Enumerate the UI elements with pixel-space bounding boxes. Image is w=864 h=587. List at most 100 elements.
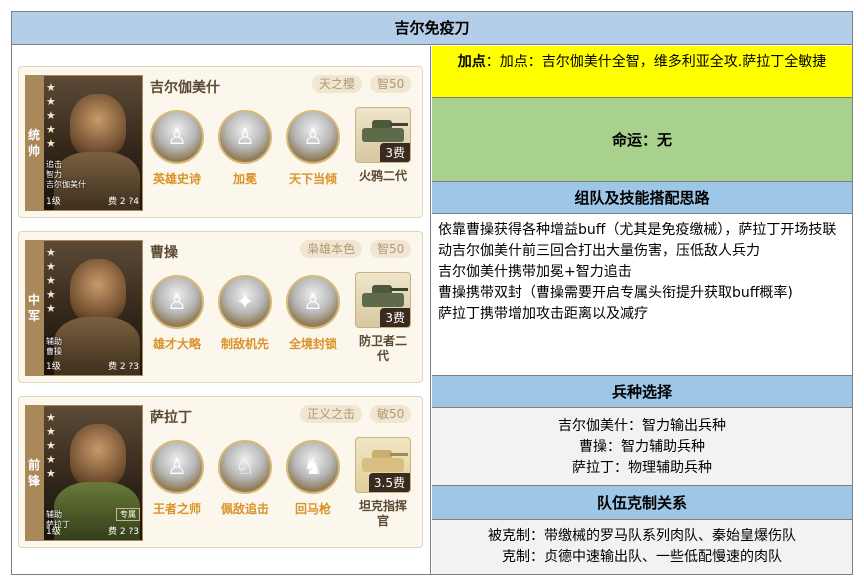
- counter-text: 被克制：带缴械的罗马队系列肉队、秦始皇爆伤队 克制：贞德中速输出队、一些低配慢速…: [432, 520, 852, 574]
- cost-value: 费 2: [108, 527, 126, 537]
- skill-slot[interactable]: ♙ 王者之师: [147, 440, 207, 517]
- lineup-panel: 统帅 ★ ★ ★ ★ ★ 追击 智力 吉尔伽美什 1级 费 2 ?4 吉尔伽美什 天之樱…: [12, 46, 431, 574]
- skill-blades-icon: ✦: [218, 275, 272, 329]
- stat-points-row: 加点：加点：吉尔伽美什全智，维多利亚全攻.萨拉丁全敏捷: [432, 46, 852, 98]
- level-text: 1级: [46, 362, 61, 372]
- cost-tail: 4: [133, 197, 139, 207]
- general-portrait: ★ ★ ★ ★ ★ 辅助 曹操 1级 费 2 ?3: [43, 240, 143, 376]
- skill-name: 王者之师: [152, 502, 201, 516]
- strategy-table: 吉尔免疫刀 统帅 ★ ★ ★ ★ ★ 追击 智力 吉尔伽美什 1级 费 2 ?4 吉尔伽…: [11, 11, 853, 575]
- position-text: 统帅: [27, 128, 40, 158]
- cost-text: 费 2 ?3: [108, 362, 139, 372]
- troop-header: 兵种选择: [432, 376, 852, 408]
- level-text: 1级: [46, 197, 61, 207]
- skill-figure-icon: ♙: [150, 275, 204, 329]
- troop-choice-text: 吉尔伽美什：智力输出兵种 曹操：智力辅助兵种 萨拉丁：物理辅助兵种: [432, 408, 852, 486]
- skill-spear-icon: ♞: [286, 440, 340, 494]
- stat-badge: 敏50: [370, 405, 412, 423]
- cost-tail: 3: [133, 362, 139, 372]
- general-card-3[interactable]: 前锋 ★ ★ ★ ★ ★ 专属 辅助 萨拉丁 1级 费 2 ?3 萨拉丁 正义之击 敏5…: [18, 396, 423, 548]
- tank-icon: 3.5费: [355, 437, 411, 493]
- tank-cost: 3费: [380, 143, 410, 162]
- tank-icon: 3费: [355, 272, 411, 328]
- fate-row: 命运：无: [432, 98, 852, 182]
- skill-slot[interactable]: ✦ 制敌机先: [215, 275, 275, 352]
- position-label: 中军: [25, 240, 43, 376]
- skill-slot[interactable]: ♙ 天下当倾: [283, 110, 343, 187]
- tank-name: 坦克指挥官: [358, 499, 407, 528]
- meta-line: 智力: [46, 170, 62, 179]
- general-card-2[interactable]: 中军 ★ ★ ★ ★ ★ 辅助 曹操 1级 费 2 ?3 曹操 枭雄本色 智50 ♙ 雄才…: [18, 231, 423, 383]
- skill-figure-icon: ♙: [218, 110, 272, 164]
- skill-name: 全境封锁: [288, 337, 337, 351]
- skill-slot[interactable]: ♙ 加冕: [215, 110, 275, 187]
- tank-cost: 3.5费: [368, 473, 410, 492]
- cost-text: 费 2 ?3: [108, 527, 139, 537]
- general-portrait: ★ ★ ★ ★ ★ 专属 辅助 萨拉丁 1级 费 2 ?3: [43, 405, 143, 541]
- skill-slot[interactable]: ♙ 雄才大略: [147, 275, 207, 352]
- star-rating-icon: ★ ★ ★ ★ ★: [46, 81, 56, 150]
- tank-slot[interactable]: 3费 防卫者二代: [355, 272, 411, 364]
- team-line: 吉尔伽美什携带加冕+智力追击: [438, 264, 632, 280]
- position-label: 统帅: [25, 75, 43, 211]
- skill-figure-icon: ♙: [150, 110, 204, 164]
- faction-badge: 枭雄本色: [300, 240, 363, 258]
- page-title: 吉尔免疫刀: [12, 12, 852, 45]
- tank-icon: 3费: [355, 107, 411, 163]
- skill-soldier-icon: ♘: [218, 440, 272, 494]
- info-panel: 加点：加点：吉尔伽美什全智，维多利亚全攻.萨拉丁全敏捷 命运：无 组队及技能搭配…: [432, 46, 852, 574]
- general-name: 曹操: [150, 245, 178, 261]
- meta-line: 辅助: [46, 337, 62, 346]
- faction-badge: 天之樱: [312, 75, 363, 93]
- cost-value: 费 2: [108, 362, 126, 372]
- team-header: 组队及技能搭配思路: [432, 182, 852, 214]
- skill-name: 制敌机先: [220, 337, 269, 351]
- skill-slot[interactable]: ♘ 佩敌追击: [215, 440, 275, 517]
- skill-name: 加冕: [232, 172, 257, 186]
- troop-line: 吉尔伽美什：智力输出兵种: [558, 418, 726, 434]
- general-name: 吉尔伽美什: [150, 80, 220, 96]
- counter-header: 队伍克制关系: [432, 486, 852, 520]
- team-line: 依靠曹操获得各种增益buff（尤其是免疫缴械），萨拉丁开场技联动吉尔伽美什前三回…: [438, 222, 837, 259]
- team-line: 萨拉丁携带增加攻击距离以及减疗: [438, 306, 648, 322]
- meta-line: 吉尔伽美什: [46, 180, 86, 189]
- skill-slot[interactable]: ♙ 英雄史诗: [147, 110, 207, 187]
- counter-line: 被克制：带缴械的罗马队系列肉队、秦始皇爆伤队: [488, 528, 796, 544]
- position-text: 前锋: [27, 458, 40, 488]
- cost-value: 费 2: [108, 197, 126, 207]
- stat-points-label: 加点: [457, 54, 486, 70]
- level-text: 1级: [46, 527, 61, 537]
- troop-line: 曹操：智力辅助兵种: [579, 439, 705, 455]
- tank-cost: 3费: [380, 308, 410, 327]
- stat-badge: 智50: [370, 240, 412, 258]
- skill-slot[interactable]: ♙ 全境封锁: [283, 275, 343, 352]
- skill-figure-icon: ♙: [150, 440, 204, 494]
- general-portrait: ★ ★ ★ ★ ★ 追击 智力 吉尔伽美什 1级 费 2 ?4: [43, 75, 143, 211]
- troop-line: 萨拉丁：物理辅助兵种: [572, 460, 712, 476]
- portrait-meta: 辅助 曹操: [46, 337, 62, 357]
- tank-name: 防卫者二代: [358, 334, 407, 363]
- exclusive-tag: 专属: [116, 508, 140, 521]
- meta-line: 曹操: [46, 347, 62, 356]
- meta-line: 辅助: [46, 510, 62, 519]
- counter-line: 克制：贞德中速输出队、一些低配慢速的肉队: [502, 549, 782, 565]
- star-rating-icon: ★ ★ ★ ★ ★: [46, 246, 56, 315]
- stat-points-text: ：加点：吉尔伽美什全智，维多利亚全攻.萨拉丁全敏捷: [485, 54, 827, 70]
- stat-badge: 智50: [370, 75, 412, 93]
- position-text: 中军: [27, 293, 40, 323]
- star-rating-icon: ★ ★ ★ ★ ★: [46, 411, 56, 480]
- skill-slot[interactable]: ♞ 回马枪: [283, 440, 343, 517]
- position-label: 前锋: [25, 405, 43, 541]
- team-strategy-text: 依靠曹操获得各种增益buff（尤其是免疫缴械），萨拉丁开场技联动吉尔伽美什前三回…: [432, 214, 852, 376]
- tank-slot[interactable]: 3费 火鸦二代: [355, 107, 411, 184]
- general-card-1[interactable]: 统帅 ★ ★ ★ ★ ★ 追击 智力 吉尔伽美什 1级 费 2 ?4 吉尔伽美什 天之樱…: [18, 66, 423, 218]
- skill-name: 佩敌追击: [220, 502, 269, 516]
- skill-figure-icon: ♙: [286, 275, 340, 329]
- skill-name: 雄才大略: [152, 337, 201, 351]
- skill-name: 天下当倾: [288, 172, 337, 186]
- meta-line: 追击: [46, 160, 62, 169]
- cost-tail: 3: [133, 527, 139, 537]
- tank-slot[interactable]: 3.5费 坦克指挥官: [355, 437, 411, 529]
- team-line: 曹操携带双封（曹操需要开启专属头衔提升获取buff概率): [438, 285, 793, 301]
- portrait-meta: 追击 智力 吉尔伽美什: [46, 160, 86, 190]
